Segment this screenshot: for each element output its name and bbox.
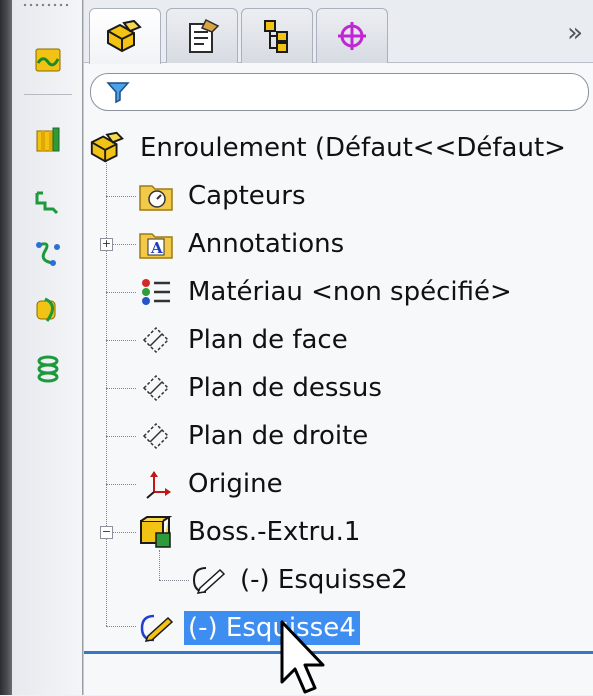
configuration-manager-icon (264, 20, 288, 53)
tree-item-material[interactable]: Matériau <non spécifié> (136, 272, 516, 312)
tree-item-label: Origine (188, 469, 283, 499)
tree-item-label: Plan de dessus (188, 373, 382, 403)
window-edge (0, 0, 12, 695)
tree-item-right-plane[interactable]: Plan de droite (136, 416, 372, 456)
boss-extrude-icon (136, 512, 176, 552)
manager-tabs: » (84, 0, 593, 64)
tree-root-part[interactable]: Enroulement (Défaut<<Défaut> (88, 128, 570, 168)
curve-through-points-icon (36, 242, 60, 266)
sketch-icon (136, 608, 176, 648)
tab-property-manager[interactable] (166, 8, 238, 63)
tree-connector (106, 436, 136, 437)
tree-item-front-plane[interactable]: Plan de face (136, 320, 352, 360)
tree-connector (106, 484, 136, 485)
tree-connector (159, 580, 189, 581)
toolbar-grip[interactable] (22, 3, 70, 7)
tree-item-sketch2[interactable]: (-) Esquisse2 (188, 560, 412, 600)
curve-through-points-button[interactable] (32, 236, 64, 268)
tree-item-annotations[interactable]: A Annotations (136, 224, 348, 264)
property-manager-icon (189, 18, 220, 53)
svg-text:A: A (150, 239, 163, 257)
expand-annotations-button[interactable]: + (100, 238, 113, 251)
tree-item-label: Plan de droite (188, 421, 369, 451)
tree-root-label: Enroulement (Défaut<<Défaut> (140, 133, 566, 163)
collapse-boss-extrude-button[interactable]: − (100, 526, 113, 539)
origin-icon (136, 464, 176, 504)
more-tabs-button[interactable]: » (567, 18, 583, 48)
extrude-column-button[interactable] (32, 124, 64, 156)
tab-configuration-manager[interactable] (241, 8, 313, 63)
tree-item-capteurs[interactable]: Capteurs (136, 176, 310, 216)
wrap-surface-button[interactable] (32, 294, 64, 326)
feature-manager-panel: » + − Enroulement (Défaut<<Défaut> Capte… (84, 0, 593, 695)
material-icon (136, 272, 176, 312)
plane-icon (136, 416, 176, 456)
filter-icon (106, 82, 130, 104)
sheet-metal-button[interactable] (32, 44, 64, 76)
tab-dimxpert-manager[interactable] (316, 8, 388, 63)
sheet-metal-icon (35, 48, 61, 72)
helix-icon (37, 355, 59, 383)
tree-item-label: Capteurs (188, 181, 306, 211)
tree-connector (106, 292, 136, 293)
tree-item-label: Boss.-Extru.1 (188, 517, 361, 547)
tab-feature-manager[interactable] (89, 8, 161, 64)
command-toolbar (12, 0, 96, 695)
tree-connector (106, 340, 136, 341)
toolbar-separator (24, 94, 72, 95)
tree-item-label: Matériau <non spécifié> (188, 277, 512, 307)
dimxpert-manager-icon (338, 22, 366, 50)
tree-filter-input[interactable] (90, 73, 589, 111)
tree-connector (106, 626, 136, 627)
rollback-bar[interactable] (84, 651, 593, 654)
mouse-pointer-icon (280, 620, 325, 694)
tree-connector (106, 388, 136, 389)
tree-connector (106, 158, 107, 626)
tree-item-boss-extrude[interactable]: Boss.-Extru.1 (136, 512, 364, 552)
tree-item-top-plane[interactable]: Plan de dessus (136, 368, 386, 408)
sketch-icon (188, 560, 228, 600)
plane-icon (136, 320, 176, 360)
tree-item-label: (-) Esquisse2 (240, 565, 408, 595)
flat-pattern-button[interactable] (32, 186, 64, 218)
plane-icon (136, 368, 176, 408)
flat-pattern-icon (35, 191, 59, 215)
feature-manager-icon (107, 19, 142, 52)
extrude-column-icon (36, 127, 60, 152)
tree-connector (159, 550, 160, 580)
tree-item-label: Annotations (188, 229, 345, 259)
annotations-folder-icon: A (136, 224, 176, 264)
tree-item-label: (-) Esquisse4 (184, 611, 360, 645)
wrap-surface-icon (36, 297, 56, 322)
tree-item-origin[interactable]: Origine (136, 464, 287, 504)
part-icon (88, 128, 128, 168)
feature-tree: + − Enroulement (Défaut<<Défaut> Capteur… (84, 118, 593, 653)
helix-button[interactable] (32, 352, 64, 384)
tree-connector (106, 196, 136, 197)
sensors-folder-icon (136, 176, 176, 216)
tree-item-label: Plan de face (188, 325, 348, 355)
